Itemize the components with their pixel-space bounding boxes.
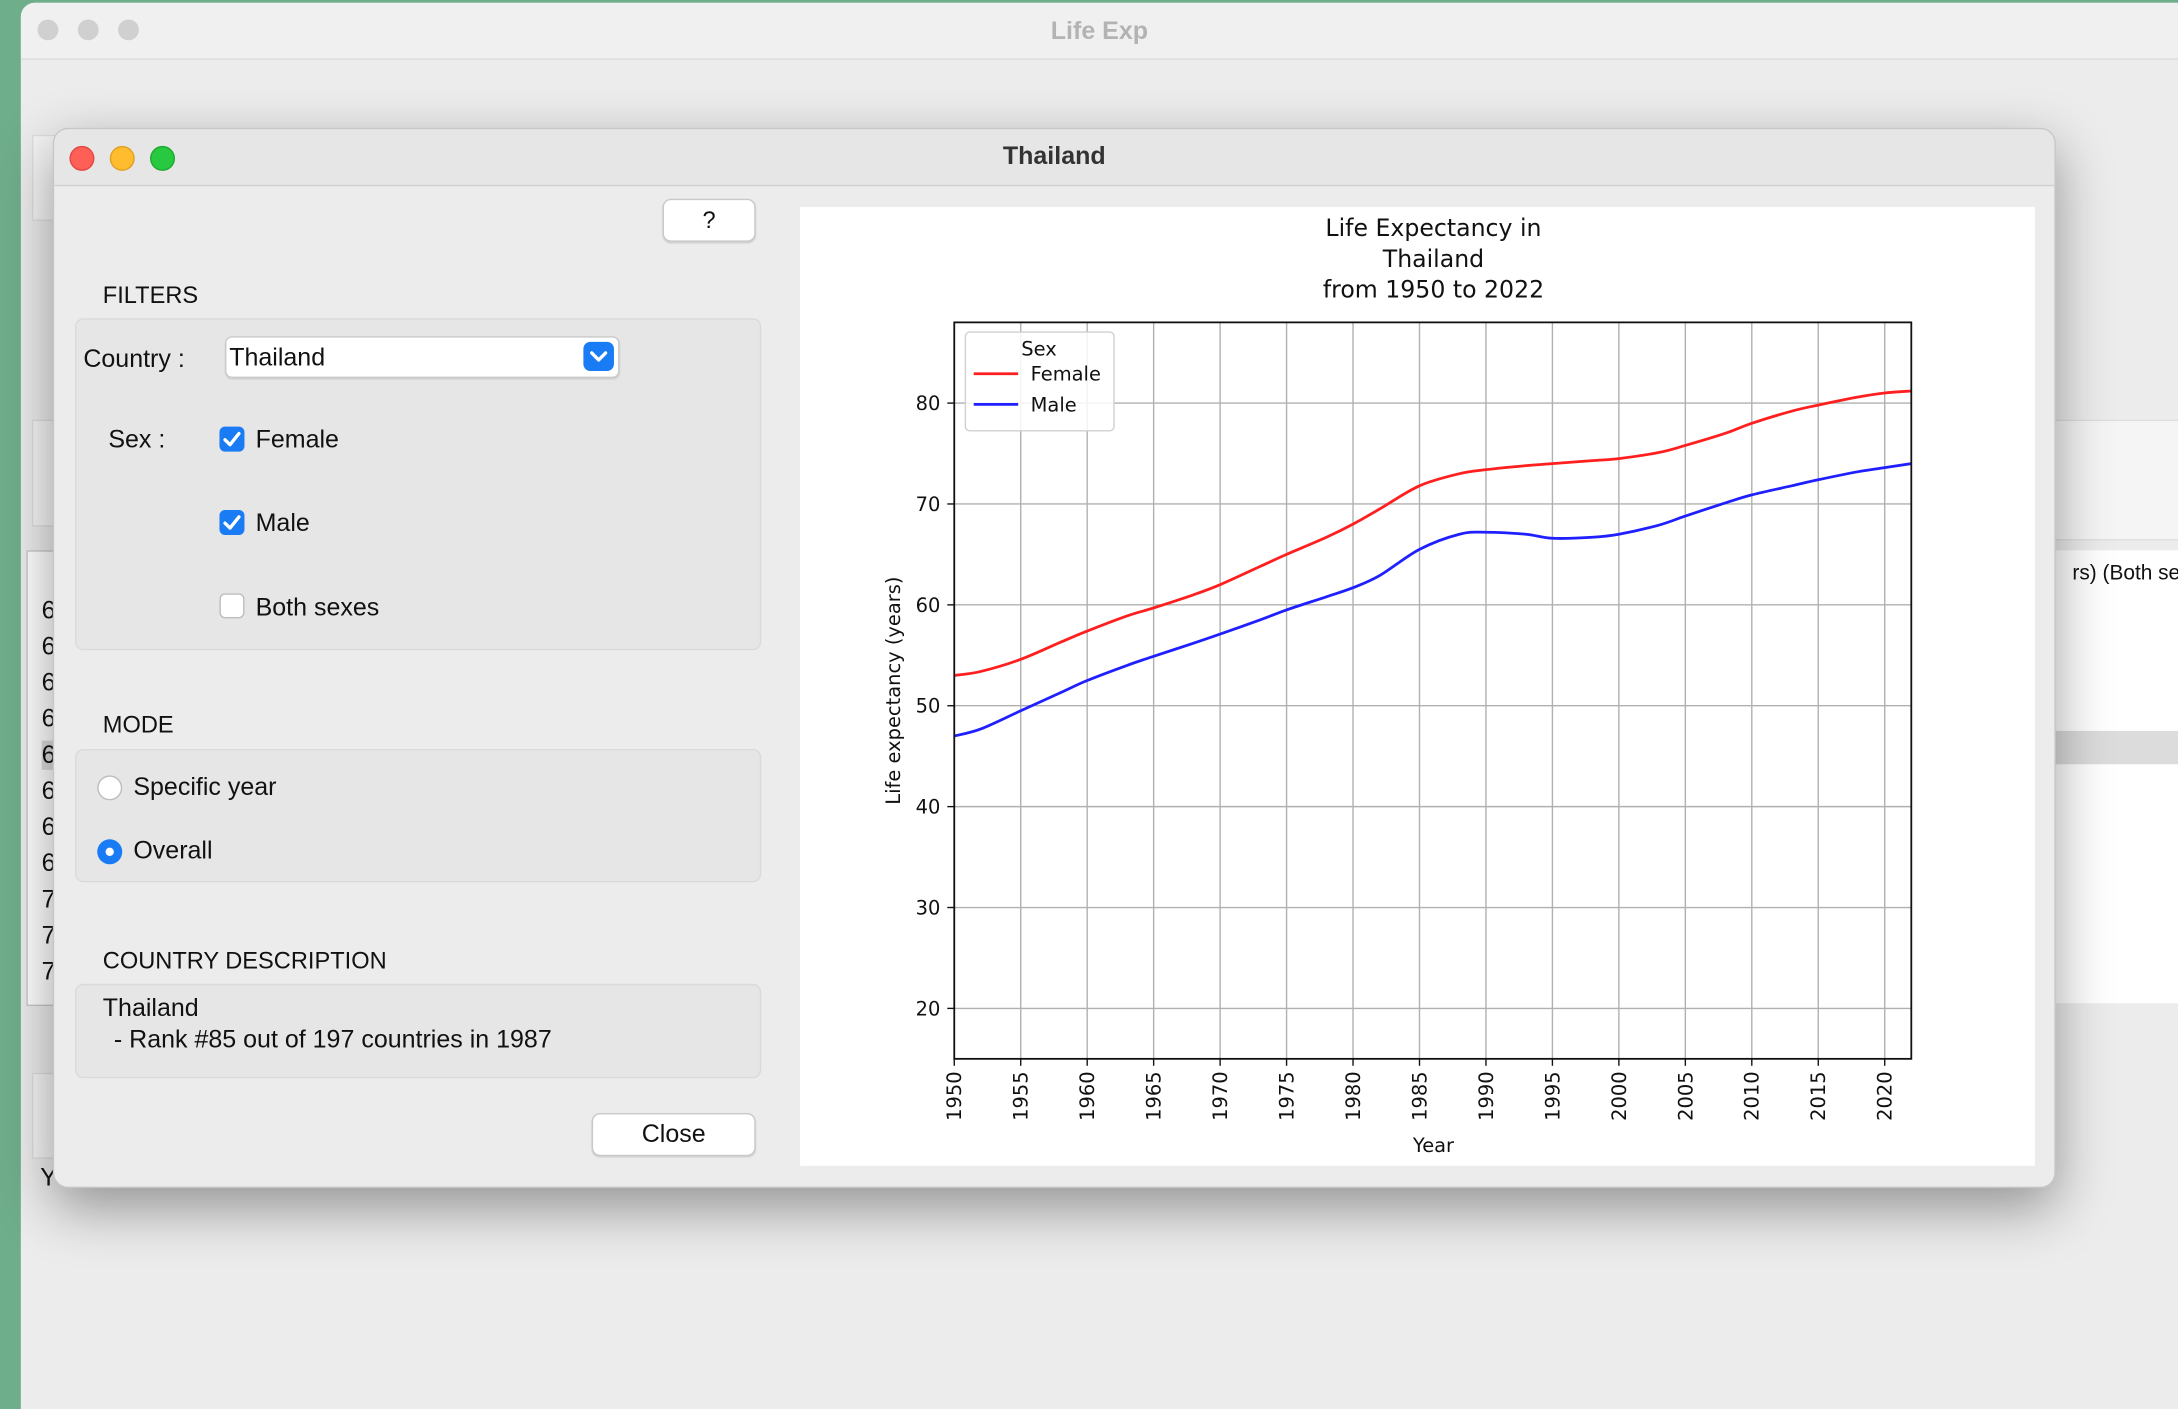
country-select-value: Thailand (229, 343, 326, 372)
x-tick-label: 1985 (1408, 1071, 1431, 1120)
checkbox-checked-icon[interactable] (219, 509, 245, 535)
y-tick-label: 80 (916, 392, 941, 415)
x-tick-label: 1990 (1475, 1071, 1498, 1120)
background-title-bar: Life Exp (20, 2, 2178, 60)
life-expectancy-chart: Life Expectancy in Thailand from 1950 to 2… (800, 207, 2035, 1166)
checkbox-checked-icon[interactable] (219, 426, 245, 452)
filters-group: Country : Thailand Sex : Female Male Bot… (75, 318, 762, 651)
x-tick-label: 1960 (1076, 1071, 1099, 1120)
table-header[interactable]: rs) (Both se (2072, 561, 2178, 585)
table-row-selected[interactable] (2044, 730, 2178, 765)
radio-selected-icon[interactable] (97, 839, 123, 865)
checkbox-unchecked-icon[interactable] (219, 593, 245, 619)
x-tick-label: 1980 (1342, 1071, 1365, 1120)
y-tick-label: 60 (916, 594, 941, 617)
x-tick-label: 2015 (1807, 1071, 1830, 1120)
y-tick-label: 50 (916, 695, 941, 718)
country-description-rank: - Rank #85 out of 197 countries in 1987 (106, 1025, 552, 1054)
x-tick-label: 1995 (1541, 1071, 1564, 1120)
plot-frame (953, 321, 1913, 1060)
male-checkbox-label[interactable]: Male (256, 509, 310, 538)
country-label: Country : (83, 344, 185, 373)
x-tick-label: 2020 (1874, 1071, 1897, 1120)
x-tick-label: 1970 (1209, 1071, 1232, 1120)
radio-unselected-icon[interactable] (97, 775, 123, 801)
chart-svg: Life Expectancy in Thailandfrom 1950 to 2… (882, 214, 1913, 1157)
y-tick-label: 30 (916, 896, 941, 919)
legend-label-female: Female (1031, 363, 1101, 386)
series-line-female (954, 389, 1912, 677)
legend-label-male: Male (1031, 393, 1077, 416)
female-checkbox-label[interactable]: Female (256, 425, 339, 454)
chart-title-line: from 1950 to 2022 (1323, 275, 1544, 303)
y-tick-label: 40 (916, 796, 941, 819)
dialog-title: Thailand (1002, 141, 1106, 170)
sex-label: Sex : (108, 425, 166, 453)
chevron-down-icon (583, 341, 614, 372)
country-description-name: Thailand (102, 993, 199, 1022)
background-table[interactable]: rs) (Both se (2043, 550, 2178, 1004)
chart-title-line: Thailand (1382, 245, 1484, 273)
country-description-heading: COUNTRY DESCRIPTION (102, 947, 387, 975)
legend-title: Sex (1021, 338, 1056, 361)
dialog-title-bar: Thailand (54, 129, 2055, 187)
x-tick-label: 1965 (1143, 1071, 1166, 1120)
x-tick-label: 2010 (1741, 1071, 1764, 1120)
chart-title-line: Life Expectancy in (1325, 214, 1541, 242)
country-dialog: Thailand ? FILTERS Country : Thailand Se… (52, 127, 2056, 1189)
filters-heading: FILTERS (102, 282, 199, 309)
close-button[interactable]: Close (591, 1113, 756, 1157)
x-tick-label: 1950 (943, 1071, 966, 1120)
y-tick-label: 20 (916, 997, 941, 1020)
mode-group: Specific year Overall (75, 748, 762, 883)
mode-heading: MODE (102, 711, 174, 738)
background-window-title: Life Exp (1050, 16, 1149, 45)
x-axis-label: Year (1412, 1134, 1454, 1157)
help-button[interactable]: ? (662, 198, 756, 242)
y-axis-label: Life expectancy (years) (882, 576, 905, 804)
overall-radio-label[interactable]: Overall (133, 837, 212, 866)
specific-year-radio-label[interactable]: Specific year (133, 773, 276, 802)
country-select[interactable]: Thailand (225, 336, 620, 378)
both-sexes-checkbox-label[interactable]: Both sexes (256, 593, 380, 622)
x-tick-label: 2000 (1608, 1071, 1631, 1120)
y-tick-label: 70 (916, 493, 941, 516)
x-tick-label: 1975 (1276, 1071, 1299, 1120)
x-tick-label: 1955 (1010, 1071, 1033, 1120)
x-tick-label: 2005 (1674, 1071, 1697, 1120)
